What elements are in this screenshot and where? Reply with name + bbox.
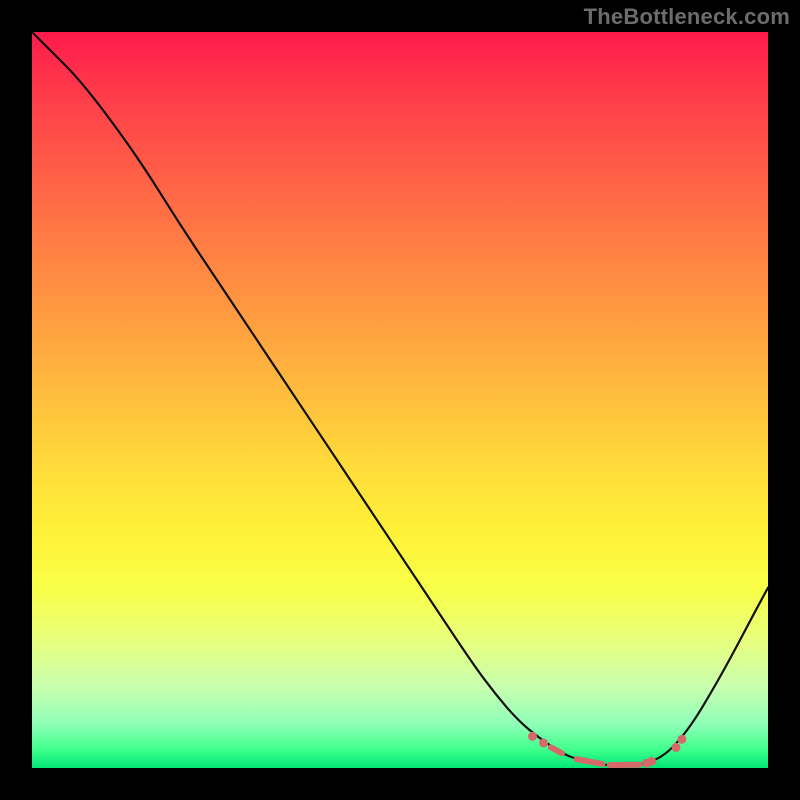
curve-marker-dot bbox=[528, 732, 537, 741]
curve-marker-dot bbox=[539, 738, 548, 747]
marker-layer bbox=[528, 732, 686, 768]
curve-svg bbox=[32, 32, 768, 768]
curve-marker-dot bbox=[647, 757, 656, 766]
curve-marker-dash bbox=[577, 759, 603, 764]
bottleneck-curve bbox=[32, 32, 768, 766]
chart-frame: TheBottleneck.com bbox=[0, 0, 800, 800]
watermark-text: TheBottleneck.com bbox=[584, 4, 790, 30]
curve-marker-dot bbox=[672, 743, 681, 752]
curve-marker-dash bbox=[551, 747, 562, 753]
plot-area bbox=[32, 32, 768, 768]
curve-marker-dot bbox=[677, 735, 686, 744]
